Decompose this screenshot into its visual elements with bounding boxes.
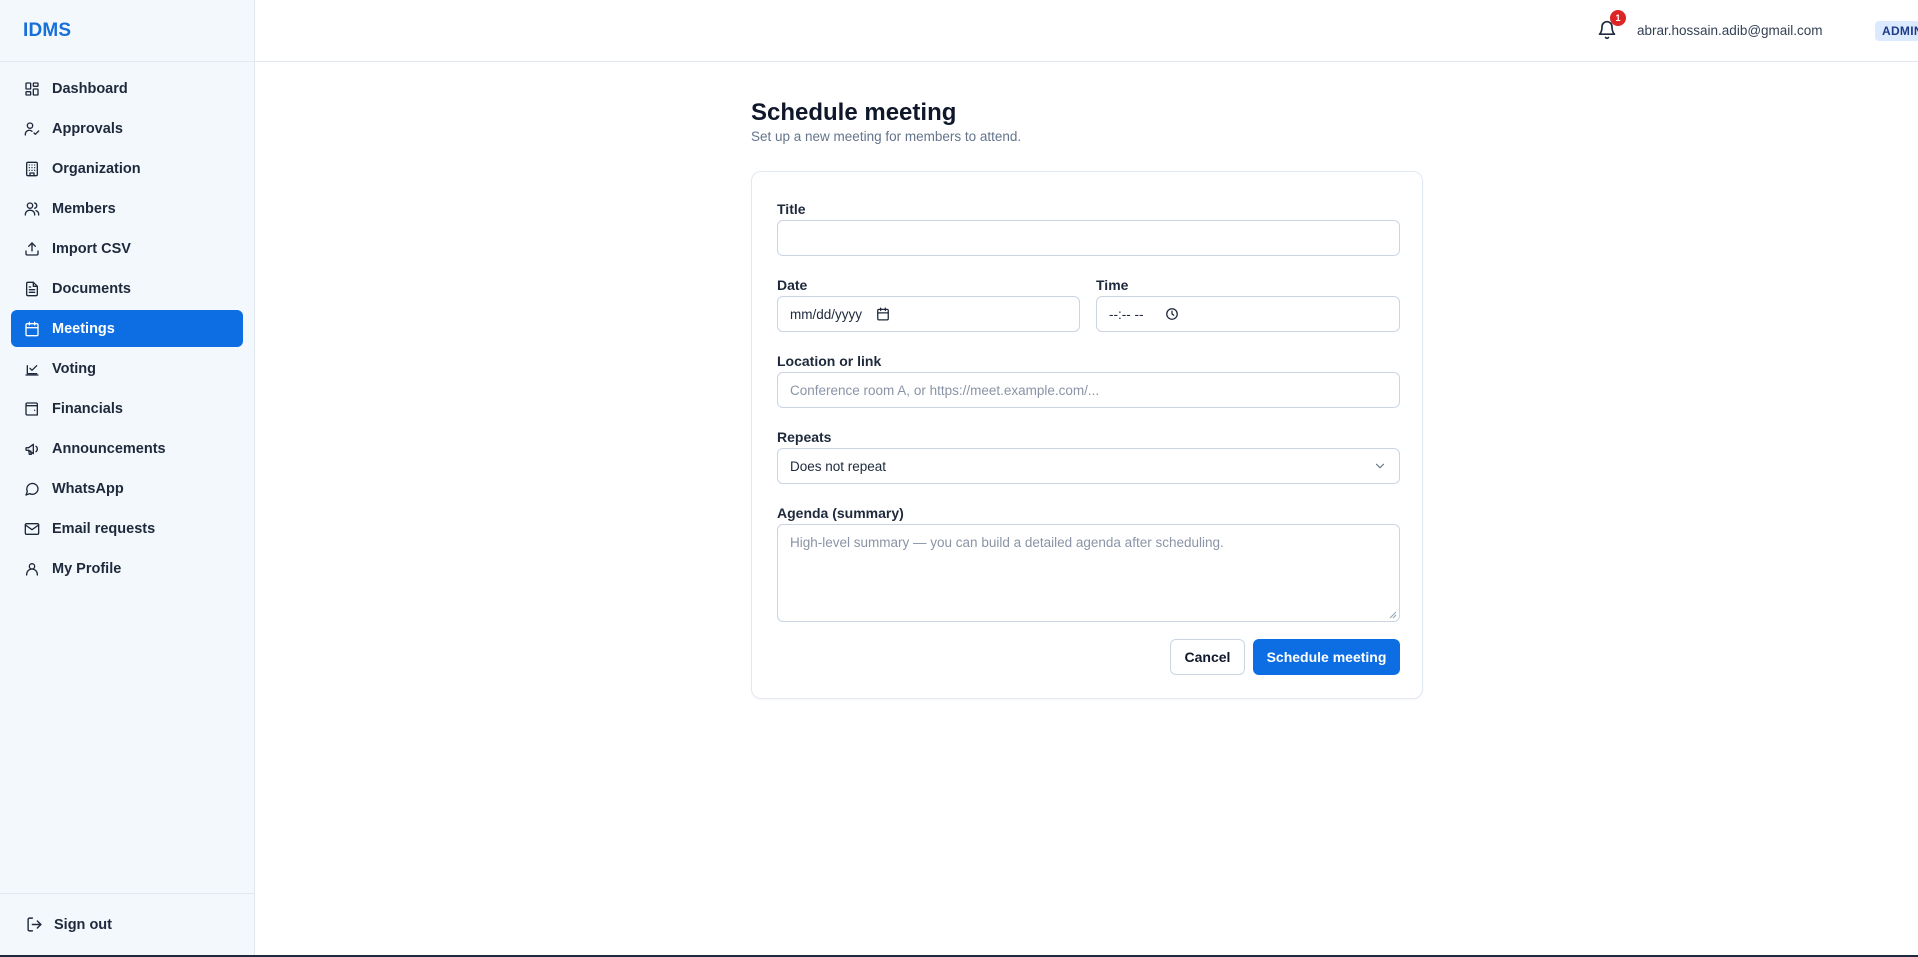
schedule-meeting-button[interactable]: Schedule meeting (1253, 639, 1400, 675)
calendar-picker-icon[interactable] (876, 307, 890, 321)
cancel-button[interactable]: Cancel (1170, 639, 1245, 675)
repeats-select-value: Does not repeat (790, 458, 887, 474)
building-icon (26, 161, 38, 176)
sidebar-item-label: Announcements (52, 440, 166, 457)
vote-icon (25, 364, 39, 376)
repeats-label: Repeats (777, 429, 832, 445)
user-icon (26, 562, 38, 576)
wallet-icon (25, 401, 38, 416)
log-out-icon (27, 917, 42, 932)
sidebar-item-label: Import CSV (52, 240, 131, 257)
sidebar-footer: Sign out (0, 893, 254, 955)
location-input[interactable]: Conference room A, or https://meet.examp… (777, 372, 1400, 408)
time-input-placeholder: --:-- -- (1109, 306, 1144, 322)
time-label: Time (1096, 277, 1129, 293)
page-title: Schedule meeting (751, 99, 957, 126)
sidebar-item-announcements[interactable]: Announcements (11, 430, 243, 467)
sidebar: IDMS Dashboard Approvals Organization Me… (0, 0, 255, 955)
sidebar-item-email-requests[interactable]: Email requests (11, 510, 243, 547)
sidebar-item-organization[interactable]: Organization (11, 150, 243, 187)
date-input[interactable]: mm/dd/yyyy (777, 296, 1080, 332)
brand-bar: IDMS (0, 0, 254, 62)
sidebar-item-approvals[interactable]: Approvals (11, 110, 243, 147)
user-email: abrar.hossain.adib@gmail.com (1637, 23, 1823, 38)
location-input-placeholder: Conference room A, or https://meet.examp… (790, 382, 1100, 398)
megaphone-icon (25, 443, 38, 455)
sidebar-item-dashboard[interactable]: Dashboard (11, 70, 243, 107)
agenda-label: Agenda (summary) (777, 505, 904, 521)
sidebar-item-my-profile[interactable]: My Profile (11, 550, 243, 587)
sidebar-item-label: Approvals (52, 120, 123, 137)
upload-icon (25, 241, 39, 256)
dashboard-icon (25, 81, 39, 96)
notification-count-badge: 1 (1610, 10, 1626, 26)
calendar-icon (25, 321, 39, 336)
sidebar-item-label: Meetings (52, 320, 115, 337)
top-bar: 1 abrar.hossain.adib@gmail.com ADMIN (255, 0, 1918, 62)
schedule-meeting-button-label: Schedule meeting (1266, 649, 1387, 665)
title-label: Title (777, 201, 806, 217)
sidebar-nav: Dashboard Approvals Organization Members… (0, 62, 254, 587)
resize-handle-icon[interactable] (1389, 611, 1397, 619)
mail-icon (24, 522, 40, 535)
date-label: Date (777, 277, 808, 293)
sidebar-item-members[interactable]: Members (11, 190, 243, 227)
sidebar-item-label: Members (52, 200, 116, 217)
document-icon (26, 281, 38, 296)
sidebar-item-label: My Profile (52, 560, 122, 577)
role-badge: ADMIN (1875, 21, 1918, 41)
location-label: Location or link (777, 353, 882, 369)
sign-out-button[interactable]: Sign out (26, 916, 112, 933)
sign-out-label: Sign out (54, 916, 112, 933)
sidebar-item-label: Dashboard (52, 80, 128, 97)
app-logo[interactable]: IDMS (23, 20, 71, 42)
agenda-textarea-placeholder: High-level summary — you can build a det… (790, 535, 1224, 550)
user-check-icon (24, 121, 40, 136)
sidebar-item-financials[interactable]: Financials (11, 390, 243, 427)
sidebar-item-documents[interactable]: Documents (11, 270, 243, 307)
schedule-meeting-form: Title Date mm/dd/yyyy Time --:-- -- Loca… (751, 171, 1423, 699)
sidebar-item-label: Voting (52, 360, 97, 377)
page-subtitle: Set up a new meeting for members to atte… (751, 129, 1022, 144)
chat-bubble-icon (25, 482, 39, 496)
repeats-select[interactable]: Does not repeat (777, 448, 1400, 484)
sidebar-item-label: Email requests (52, 520, 156, 537)
time-input[interactable]: --:-- -- (1096, 296, 1400, 332)
sidebar-item-meetings[interactable]: Meetings (11, 310, 243, 347)
sidebar-item-label: Financials (52, 400, 123, 417)
chevron-down-icon (1375, 463, 1385, 469)
sidebar-item-voting[interactable]: Voting (11, 350, 243, 387)
sidebar-item-label: Documents (52, 280, 131, 297)
sidebar-item-label: WhatsApp (52, 480, 124, 497)
agenda-textarea[interactable]: High-level summary — you can build a det… (777, 524, 1400, 622)
sidebar-item-whatsapp[interactable]: WhatsApp (11, 470, 243, 507)
users-icon (24, 201, 40, 216)
sidebar-item-label: Organization (52, 160, 141, 177)
cancel-button-label: Cancel (1184, 649, 1231, 665)
date-input-placeholder: mm/dd/yyyy (790, 306, 863, 322)
sidebar-item-import-csv[interactable]: Import CSV (11, 230, 243, 267)
title-input[interactable] (777, 220, 1400, 256)
clock-icon[interactable] (1165, 307, 1179, 321)
